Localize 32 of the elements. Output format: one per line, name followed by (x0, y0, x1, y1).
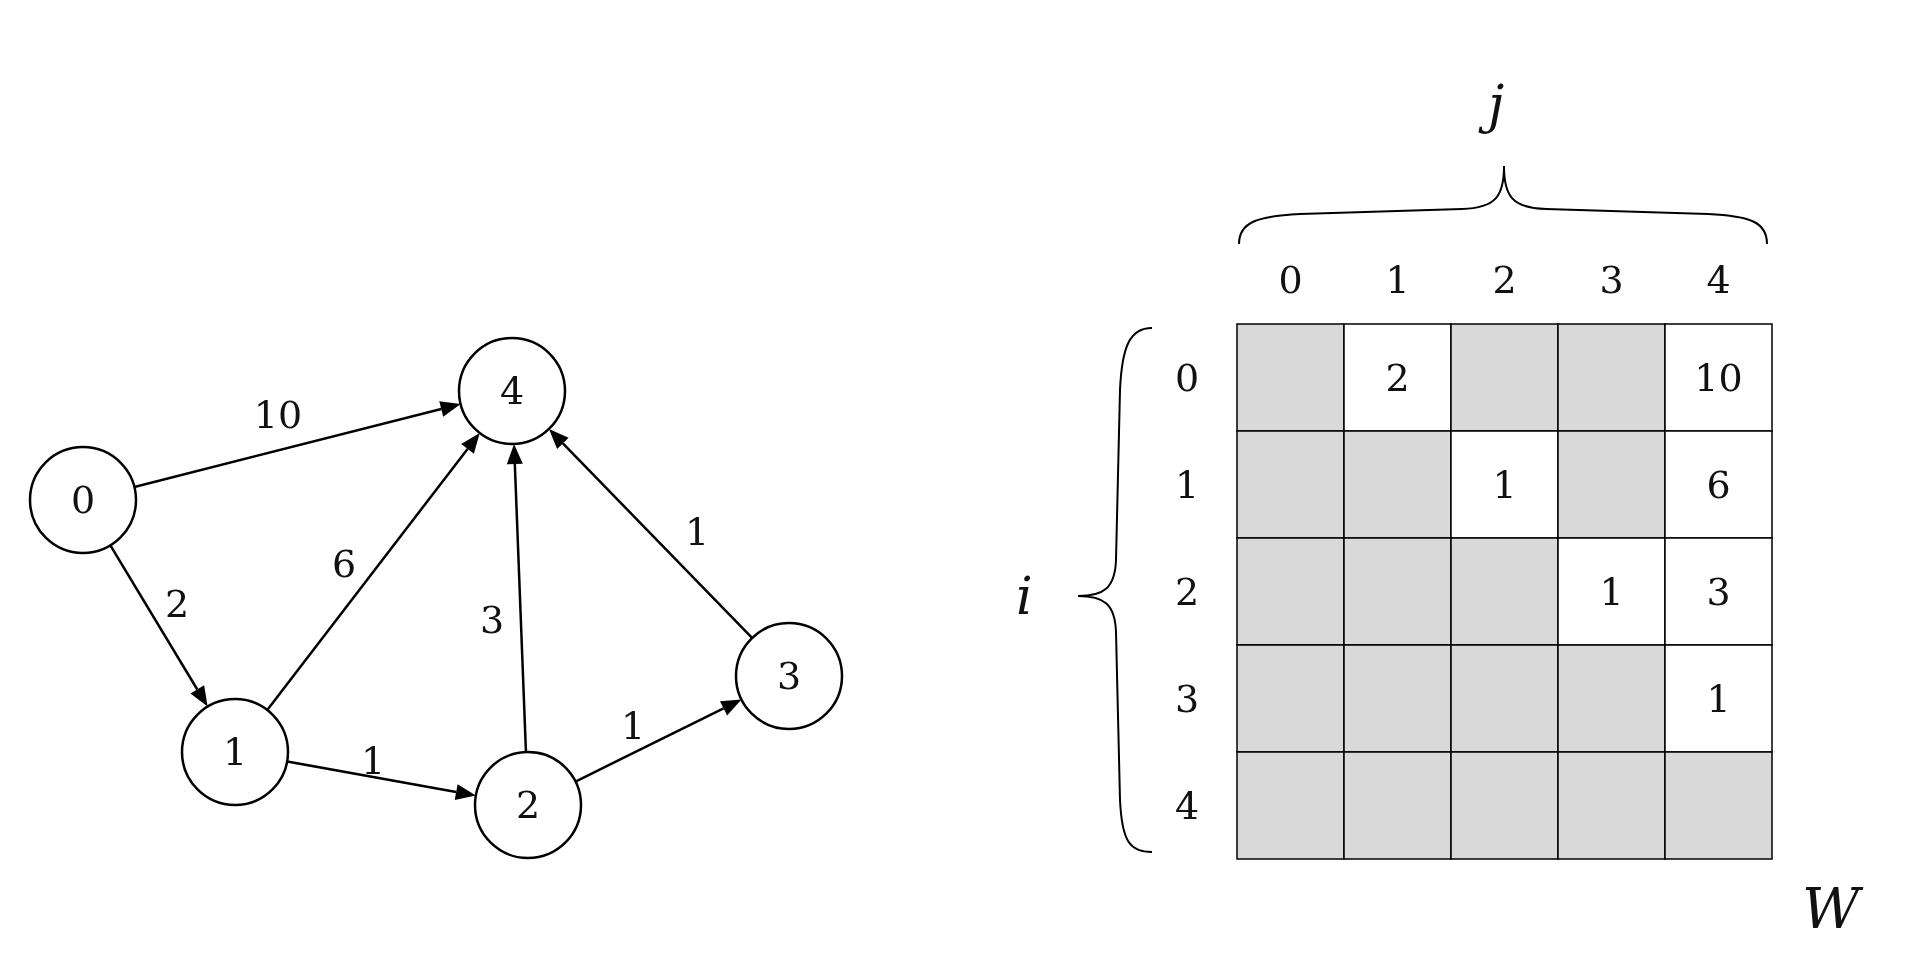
node-label: 3 (776, 654, 802, 698)
matrix-name: W (1788, 866, 1874, 952)
row-header: 3 (1174, 676, 1200, 721)
cell-value: 3 (1706, 569, 1731, 614)
column-header: 3 (1599, 258, 1624, 302)
cell-value: 1 (1492, 462, 1517, 507)
edge-weight: 1 (620, 704, 646, 748)
edge-weight: 1 (684, 510, 710, 554)
node-label: 1 (222, 730, 248, 774)
row-header: 4 (1174, 783, 1200, 828)
cell-value: 2 (1385, 355, 1410, 400)
edge-weight: 6 (331, 542, 357, 586)
row-header: 0 (1174, 355, 1200, 400)
node-label: 2 (515, 783, 541, 827)
edge-weight: 1 (360, 739, 386, 783)
edge-weight: 10 (253, 393, 303, 437)
cell-value: 1 (1706, 676, 1731, 721)
cell-value: 6 (1706, 462, 1731, 507)
row-header: 1 (1174, 462, 1200, 507)
column-axis-label: j (1474, 66, 1519, 142)
cell-value: 10 (1694, 355, 1743, 400)
column-header: 1 (1385, 258, 1410, 302)
row-axis-label: i (1015, 565, 1034, 628)
column-header: 4 (1706, 258, 1731, 302)
row-header: 2 (1174, 569, 1200, 614)
edge-weight: 2 (164, 582, 190, 626)
column-header: 0 (1278, 258, 1303, 302)
column-header: 2 (1492, 258, 1517, 302)
cell-value: 1 (1599, 569, 1624, 614)
edge-weight: 3 (479, 598, 505, 642)
node-label: 0 (70, 478, 96, 522)
node-label: 4 (499, 369, 525, 413)
